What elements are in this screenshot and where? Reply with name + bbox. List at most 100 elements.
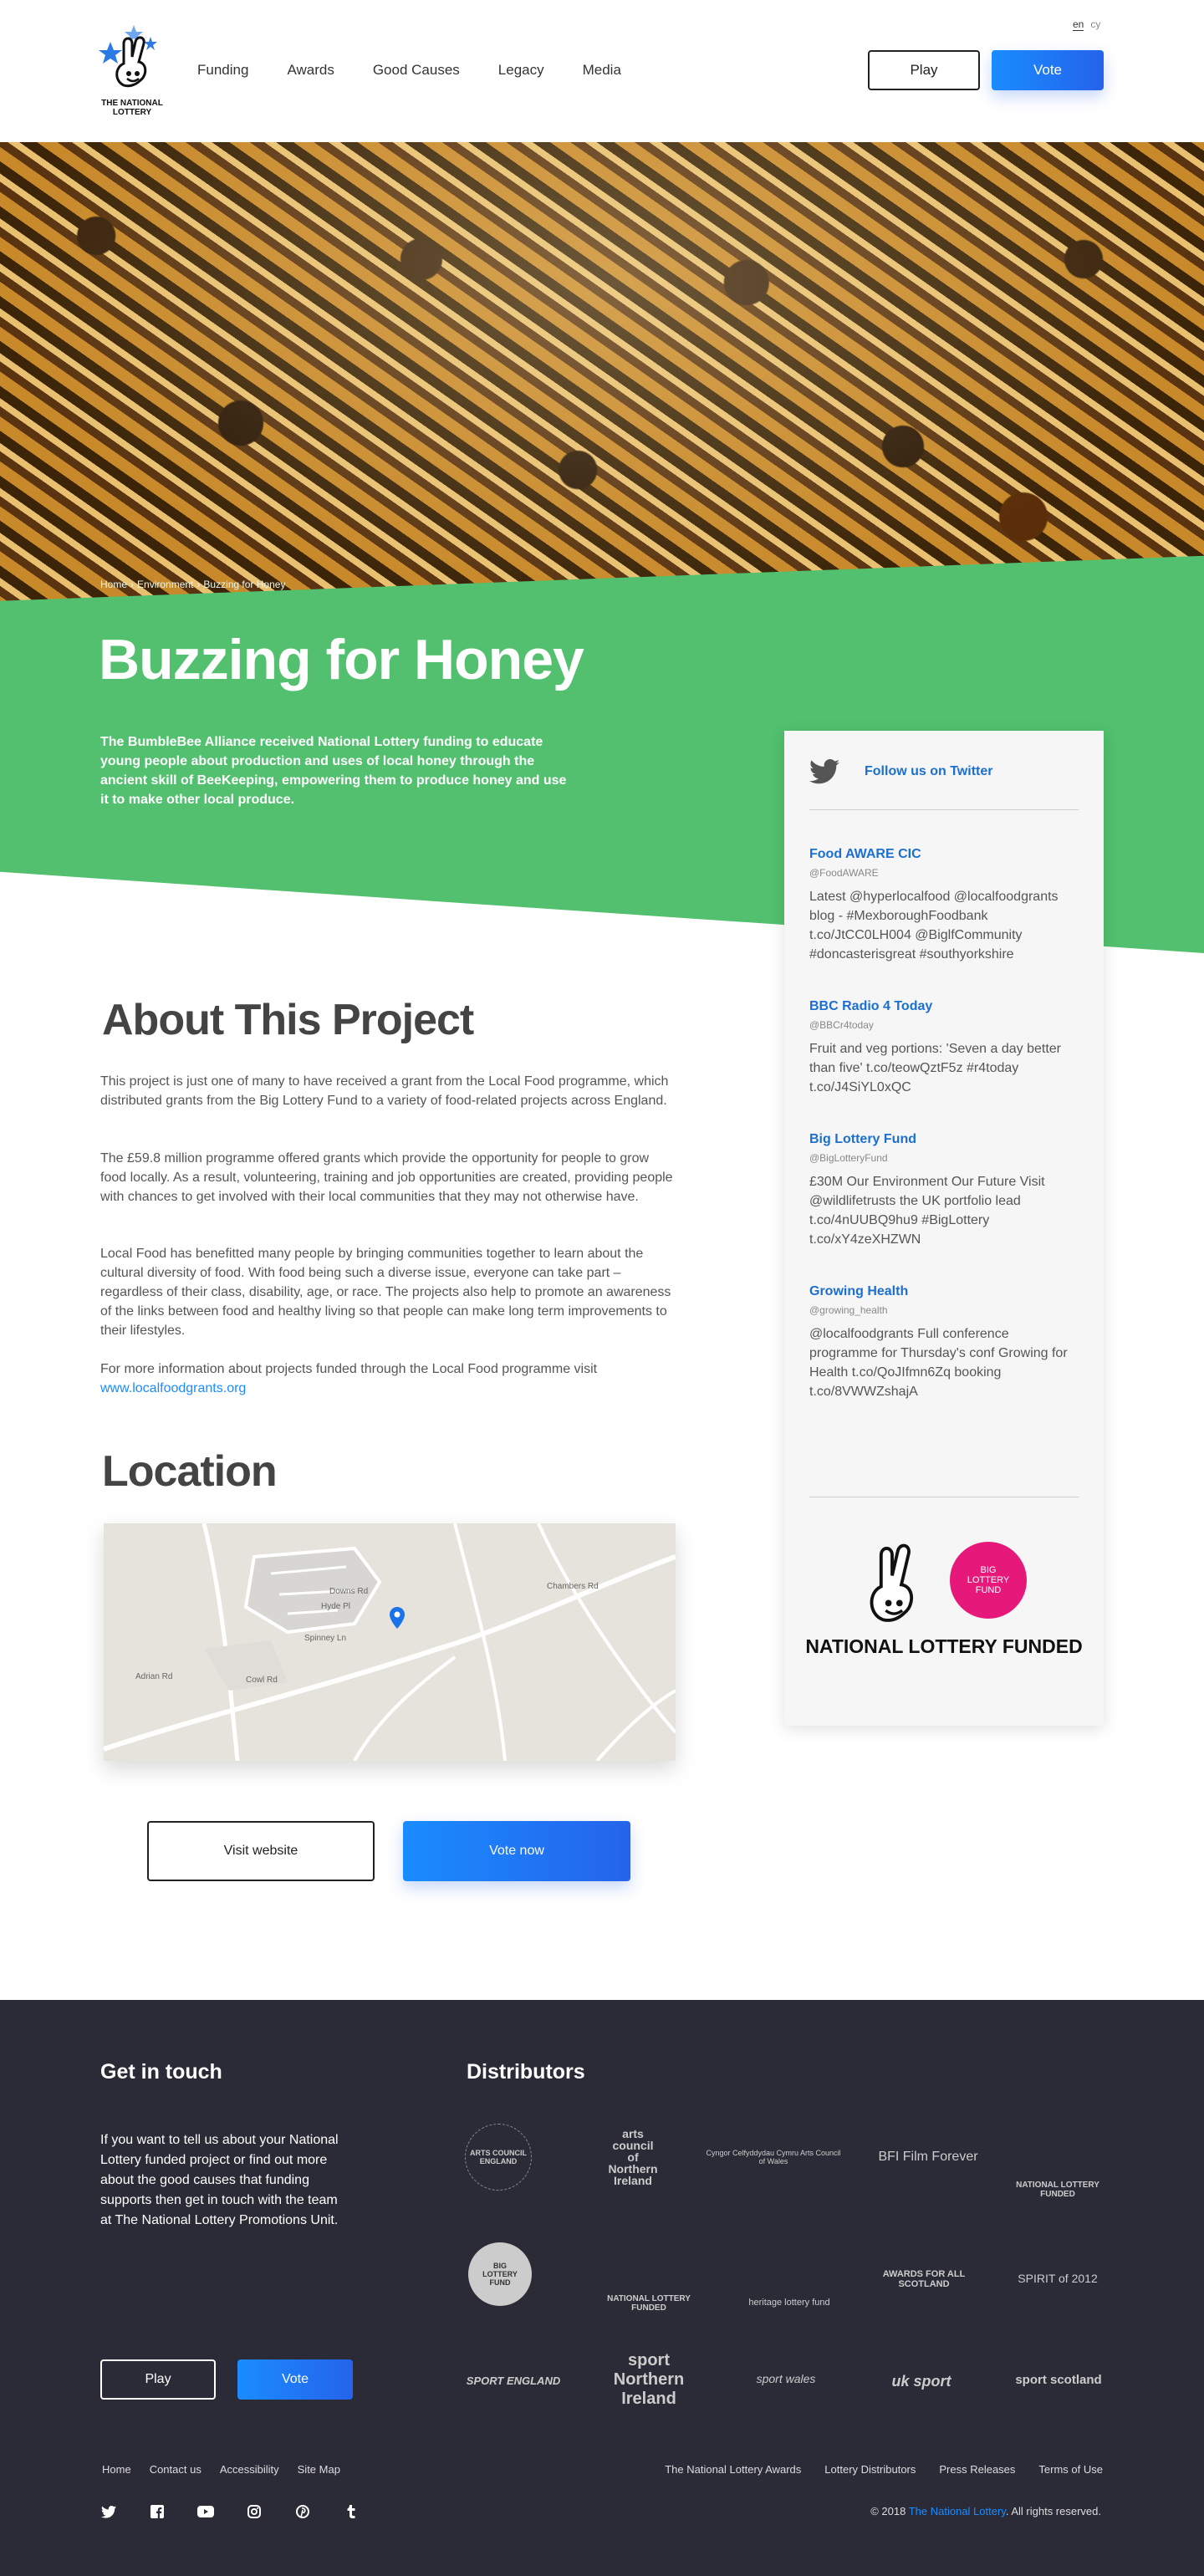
tweet-text: @localfoodgrants Full conference program… xyxy=(809,1327,1068,1399)
footer-play-button[interactable]: Play xyxy=(100,2359,216,2400)
header-play-button[interactable]: Play xyxy=(868,50,980,90)
tweet-author[interactable]: Food AWARE CIC xyxy=(809,847,1079,862)
distributor-logo-lottery-funded-ni[interactable]: NATIONAL LOTTERY FUNDED xyxy=(599,2241,699,2313)
distributor-logo-uk-sport[interactable]: uk sport xyxy=(875,2358,968,2405)
tumblr-icon[interactable] xyxy=(343,2503,360,2520)
about-title: About This Project xyxy=(102,996,474,1044)
breadcrumb-environment[interactable]: Environment xyxy=(137,579,193,590)
follow-twitter-link[interactable]: Follow us on Twitter xyxy=(865,764,992,779)
breadcrumb-separator-icon: › xyxy=(130,579,135,590)
footer-link-accessibility[interactable]: Accessibility xyxy=(220,2463,279,2476)
tweet-text: Fruit and veg portions: 'Seven a day bet… xyxy=(809,1042,1062,1094)
nav-item-good-causes[interactable]: Good Causes xyxy=(373,62,460,79)
twitter-icon[interactable] xyxy=(809,759,839,784)
logo-text: THE NATIONAL LOTTERY xyxy=(101,99,163,117)
get-in-touch-text: If you want to tell us about your Nation… xyxy=(100,2133,339,2227)
instagram-icon[interactable] xyxy=(246,2503,263,2520)
tweet-author[interactable]: Growing Health xyxy=(809,1284,1079,1299)
tweet-handle[interactable]: @FoodAWARE xyxy=(809,867,1079,879)
big-lottery-fund-badge: BIG LOTTERY FUND xyxy=(950,1542,1027,1619)
copyright-link[interactable]: The National Lottery xyxy=(909,2505,1006,2517)
copyright-prefix: © 2018 xyxy=(870,2505,906,2517)
footer-link-sitemap[interactable]: Site Map xyxy=(298,2463,340,2476)
breadcrumb-separator-icon: › xyxy=(196,579,201,590)
tweet: Big Lottery Fund @BigLotteryFund £30M Ou… xyxy=(809,1132,1079,1249)
distributor-logo-spirit-of-2012[interactable]: SPIRIT of 2012 xyxy=(1012,2249,1104,2308)
map-label: Hyde Pl xyxy=(321,1602,351,1611)
social-links xyxy=(100,2503,360,2520)
distributor-logo-national-lottery-funded[interactable]: NATIONAL LOTTERY FUNDED xyxy=(1012,2124,1104,2199)
visit-website-button[interactable]: Visit website xyxy=(147,1821,375,1881)
main-nav: Funding Awards Good Causes Legacy Media xyxy=(197,62,621,79)
distributor-logo-sport-england[interactable]: SPORT ENGLAND xyxy=(465,2359,562,2401)
footer-links-left: Home Contact us Accessibility Site Map xyxy=(102,2463,340,2476)
distributor-logo-arts-council-wales[interactable]: Cyngor Celfyddydau Cymru Arts Council of… xyxy=(702,2140,844,2174)
national-lottery-logo[interactable]: THE NATIONAL LOTTERY xyxy=(99,25,166,117)
footer-link-home[interactable]: Home xyxy=(102,2463,131,2476)
distributor-logo-sport-wales[interactable]: sport wales xyxy=(736,2358,836,2400)
map-label: Adrian Rd xyxy=(135,1672,173,1681)
map-label: Downs Rd xyxy=(329,1587,369,1596)
localfoodgrants-link[interactable]: www.localfoodgrants.org xyxy=(100,1381,246,1395)
vote-now-button[interactable]: Vote now xyxy=(403,1821,630,1881)
breadcrumb: Home › Environment › Buzzing for Honey xyxy=(100,579,285,590)
pinterest-icon[interactable] xyxy=(294,2503,311,2520)
about-paragraph: The £59.8 million programme offered gran… xyxy=(100,1151,673,1204)
about-paragraph: Local Food has benefitted many people by… xyxy=(100,1247,671,1338)
distributor-logo-arts-council-england[interactable]: ARTS COUNCIL ENGLAND xyxy=(465,2124,532,2191)
tweet-text: Latest @hyperlocalfood @localfoodgrants … xyxy=(809,890,1059,962)
copyright: © 2018 The National Lottery. All rights … xyxy=(870,2505,1101,2517)
page-title: Buzzing for Honey xyxy=(99,628,584,691)
lottery-funded-text: NATIONAL LOTTERY FUNDED xyxy=(805,1635,1083,1657)
lottery-funded-logo: BIG LOTTERY FUND xyxy=(784,1537,1104,1687)
facebook-icon[interactable] xyxy=(149,2503,166,2520)
header-vote-button[interactable]: Vote xyxy=(992,50,1104,90)
distributor-logo-sport-ni[interactable]: sport Northern Ireland xyxy=(602,2351,696,2408)
footer-link-terms[interactable]: Terms of Use xyxy=(1038,2463,1103,2476)
map-roads xyxy=(104,1523,676,1761)
distributor-logo-sport-scotland[interactable]: sport scotland xyxy=(1012,2354,1105,2405)
about-paragraph: This project is just one of many to have… xyxy=(100,1074,669,1108)
nav-item-legacy[interactable]: Legacy xyxy=(498,62,544,79)
distributor-logo-heritage-lottery-fund[interactable]: heritage lottery fund xyxy=(732,2249,846,2308)
hero-image-bees xyxy=(0,142,1204,610)
distributor-logo-big-lottery-fund[interactable]: BIG LOTTERY FUND xyxy=(468,2242,532,2306)
distributors-title: Distributors xyxy=(467,2060,585,2084)
more-info-text: For more information about projects fund… xyxy=(100,1362,598,1376)
copyright-suffix: . All rights reserved. xyxy=(1005,2505,1101,2517)
nav-item-media[interactable]: Media xyxy=(583,62,621,79)
footer-link-awards[interactable]: The National Lottery Awards xyxy=(665,2463,801,2476)
crossed-fingers-icon xyxy=(870,1543,914,1622)
language-switcher: en cy xyxy=(1073,18,1100,31)
lang-cy[interactable]: cy xyxy=(1090,18,1100,31)
tweet-handle[interactable]: @BigLotteryFund xyxy=(809,1152,1079,1164)
nav-item-funding[interactable]: Funding xyxy=(197,62,248,79)
tweet-handle[interactable]: @growing_health xyxy=(809,1304,1079,1316)
project-intro: The BumbleBee Alliance received National… xyxy=(100,735,567,807)
tweet-author[interactable]: Big Lottery Fund xyxy=(809,1132,1079,1147)
about-more-info: For more information about projects fund… xyxy=(100,1359,677,1398)
breadcrumb-home[interactable]: Home xyxy=(100,579,127,590)
footer-vote-button[interactable]: Vote xyxy=(237,2359,353,2400)
tweet: BBC Radio 4 Today @BBCr4today Fruit and … xyxy=(809,999,1079,1097)
distributor-logo-arts-council-ni[interactable]: arts council of Northern Ireland xyxy=(607,2124,659,2191)
location-map[interactable]: Downs Rd Hyde Pl Spinney Ln Adrian Rd Co… xyxy=(104,1523,676,1761)
location-title: Location xyxy=(102,1447,278,1496)
tweet-handle[interactable]: @BBCr4today xyxy=(809,1019,1079,1031)
tweet-author[interactable]: BBC Radio 4 Today xyxy=(809,999,1079,1014)
map-label: Cowl Rd xyxy=(246,1676,278,1685)
nav-item-awards[interactable]: Awards xyxy=(287,62,334,79)
crossed-fingers-icon xyxy=(99,25,157,88)
tweet: Growing Health @growing_health @localfoo… xyxy=(809,1284,1079,1401)
map-pin-icon[interactable] xyxy=(390,1607,405,1629)
twitter-icon[interactable] xyxy=(100,2503,117,2520)
lang-en[interactable]: en xyxy=(1073,18,1084,31)
tweet: Food AWARE CIC @FoodAWARE Latest @hyperl… xyxy=(809,847,1079,964)
map-label: Spinney Ln xyxy=(304,1634,347,1643)
youtube-icon[interactable] xyxy=(197,2503,214,2520)
footer-link-contact[interactable]: Contact us xyxy=(150,2463,202,2476)
footer-link-distributors[interactable]: Lottery Distributors xyxy=(824,2463,916,2476)
distributor-logo-awards-for-all-scotland[interactable]: AWARDS FOR ALL SCOTLAND xyxy=(878,2244,970,2314)
footer-link-press[interactable]: Press Releases xyxy=(939,2463,1015,2476)
distributor-logo-bfi[interactable]: BFI Film Forever xyxy=(878,2132,978,2182)
